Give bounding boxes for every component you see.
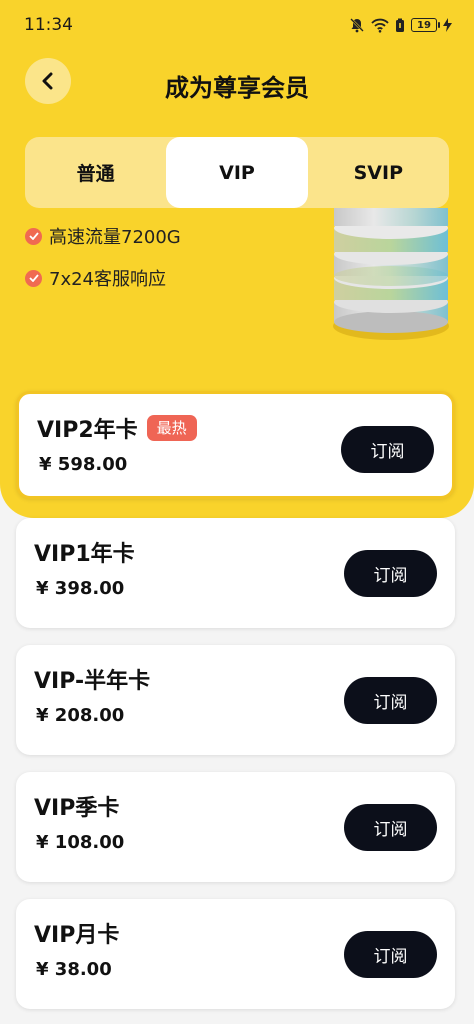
plan-name-row: VIP2年卡 最热 bbox=[37, 412, 197, 444]
benefits-list: 高速流量7200G 7x24客服响应 bbox=[25, 222, 181, 306]
page-title: 成为尊享会员 bbox=[165, 74, 309, 102]
tab-vip[interactable]: VIP bbox=[166, 137, 308, 208]
subscribe-button[interactable]: 订阅 bbox=[344, 804, 437, 851]
plan-price: ¥ 398.00 bbox=[36, 578, 125, 599]
plan-name-row: VIP-半年卡 bbox=[34, 663, 150, 695]
plan-card[interactable]: VIP-半年卡 ¥ 208.00 订阅 bbox=[16, 645, 455, 755]
plan-name-row: VIP1年卡 bbox=[34, 536, 135, 568]
battery-icon: 19 bbox=[411, 18, 440, 32]
check-icon bbox=[25, 227, 42, 245]
plan-name: VIP1年卡 bbox=[34, 542, 135, 567]
benefit-text: 高速流量7200G bbox=[49, 227, 181, 248]
plan-price: ¥ 108.00 bbox=[36, 832, 125, 853]
plan-price: ¥ 598.00 bbox=[39, 454, 128, 475]
bell-muted-icon bbox=[349, 17, 365, 33]
subscribe-button[interactable]: 订阅 bbox=[344, 677, 437, 724]
battery-saver-icon bbox=[395, 18, 405, 33]
server-stack-illustration bbox=[330, 208, 452, 348]
plan-card-featured[interactable]: VIP2年卡 最热 ¥ 598.00 订阅 bbox=[16, 391, 455, 499]
plan-name: VIP-半年卡 bbox=[34, 669, 151, 694]
tier-tabs: 普通 VIP SVIP bbox=[25, 137, 449, 208]
charging-icon bbox=[443, 18, 452, 32]
benefit-text: 7x24客服响应 bbox=[49, 269, 167, 290]
plan-card[interactable]: VIP1年卡 ¥ 398.00 订阅 bbox=[16, 518, 455, 628]
plan-name-row: VIP月卡 bbox=[34, 917, 119, 949]
benefit-item: 7x24客服响应 bbox=[25, 264, 181, 292]
plan-card[interactable]: VIP月卡 ¥ 38.00 订阅 bbox=[16, 899, 455, 1009]
plan-price: ¥ 38.00 bbox=[36, 959, 112, 980]
wifi-icon bbox=[371, 18, 389, 33]
status-time: 11:34 bbox=[24, 15, 73, 35]
top-bar: 成为尊享会员 bbox=[0, 56, 474, 108]
hot-badge: 最热 bbox=[146, 415, 197, 441]
status-bar: 11:34 19 bbox=[0, 0, 474, 50]
benefit-item: 高速流量7200G bbox=[25, 222, 181, 250]
subscribe-button[interactable]: 订阅 bbox=[344, 931, 437, 978]
plan-name: VIP季卡 bbox=[34, 796, 120, 821]
subscribe-button[interactable]: 订阅 bbox=[341, 426, 434, 473]
status-icons: 19 bbox=[349, 17, 452, 33]
plan-name: VIP2年卡 bbox=[37, 418, 138, 443]
tab-svip[interactable]: SVIP bbox=[308, 137, 449, 208]
check-icon bbox=[25, 269, 42, 287]
subscribe-button[interactable]: 订阅 bbox=[344, 550, 437, 597]
tab-normal[interactable]: 普通 bbox=[25, 137, 166, 208]
plan-card[interactable]: VIP季卡 ¥ 108.00 订阅 bbox=[16, 772, 455, 882]
plan-price: ¥ 208.00 bbox=[36, 705, 125, 726]
plan-name-row: VIP季卡 bbox=[34, 790, 119, 822]
plan-name: VIP月卡 bbox=[34, 923, 120, 948]
